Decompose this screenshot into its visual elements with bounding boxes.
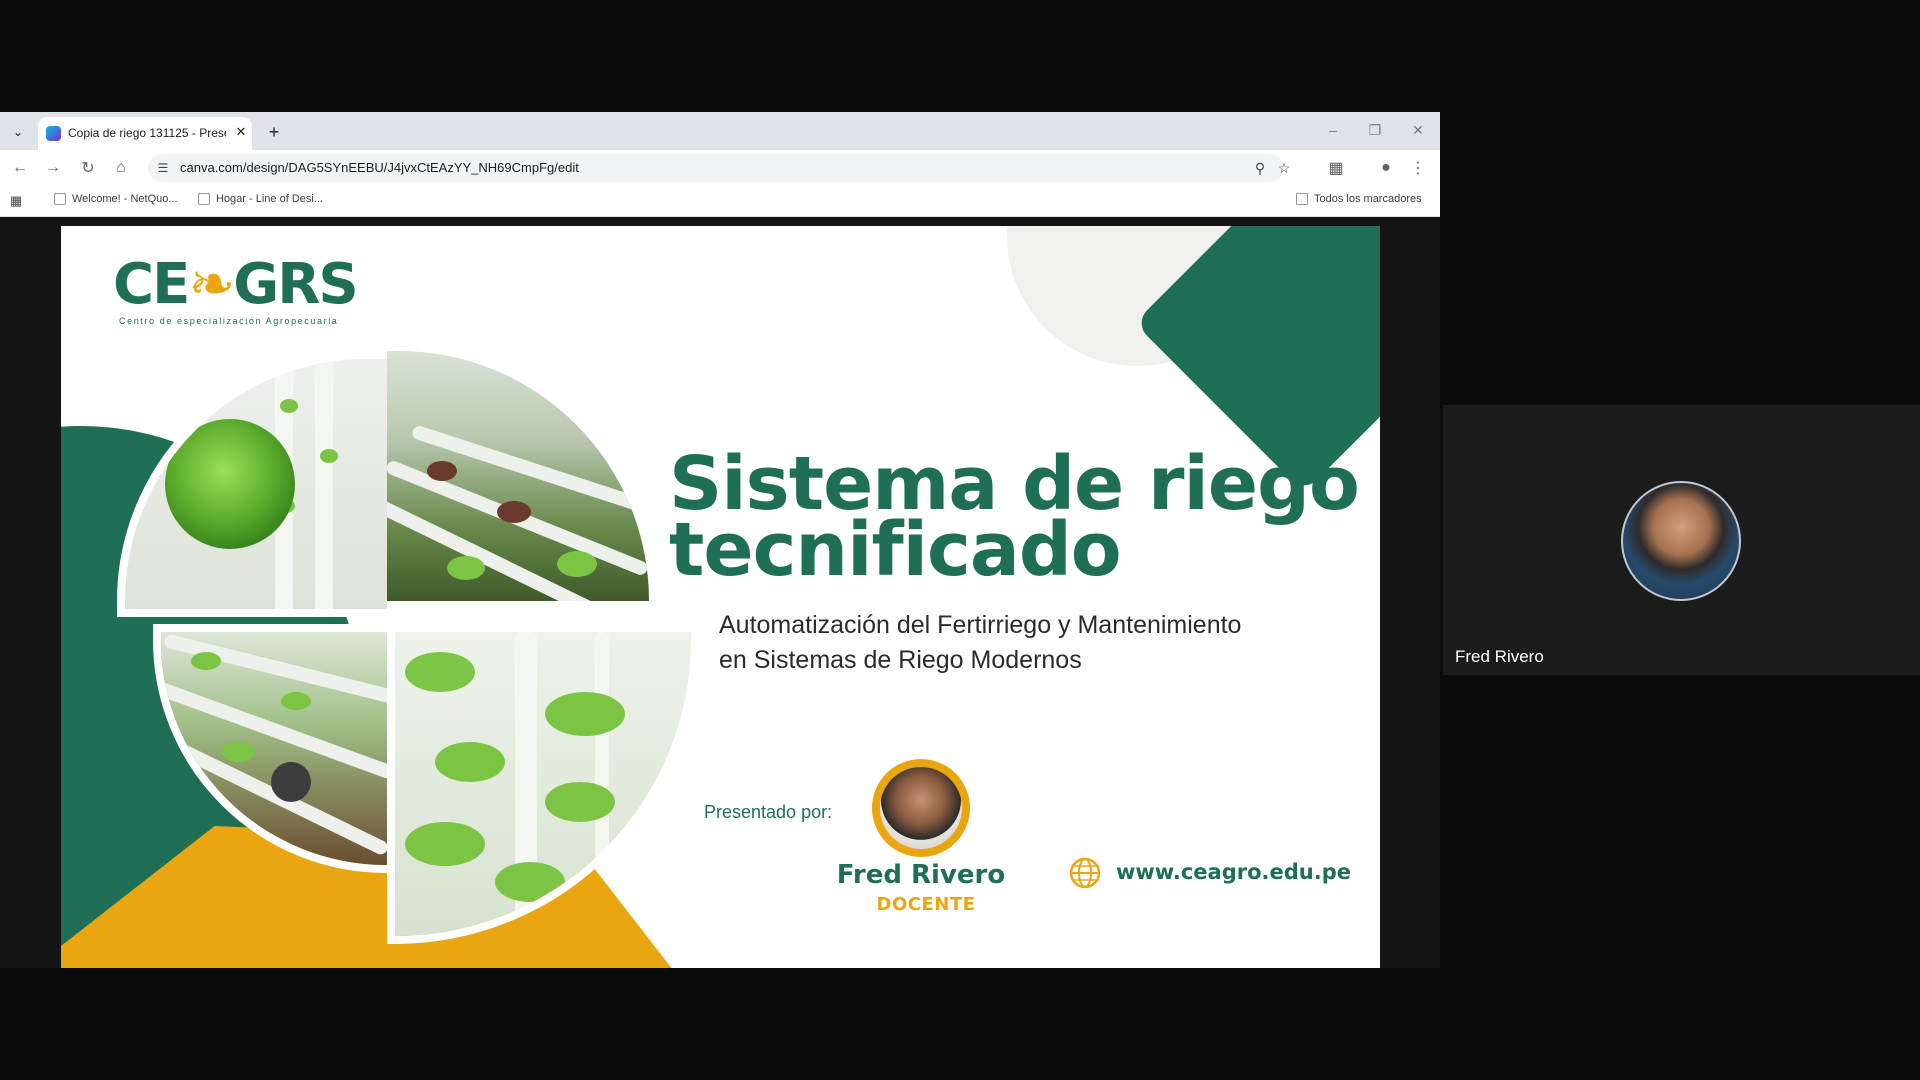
tab-strip: ⌄ Copia de riego 131125 - Presen ✕ + – ❐… (0, 112, 1440, 150)
leaf-icon: ❧ (188, 252, 235, 317)
logo-text-gr: GR (233, 252, 320, 317)
extensions-puzzle-icon[interactable]: ▦ (1324, 156, 1348, 180)
globe-icon (1069, 857, 1101, 889)
logo-text-ce: CE (113, 252, 190, 317)
participant-avatar (1621, 481, 1741, 601)
hydroponic-pipes-photo (153, 624, 395, 873)
slide-subtitle: Automatización del Fertirriego y Manteni… (719, 608, 1319, 678)
bookmark-label: Hogar - Line of Desi... (216, 193, 323, 205)
bookmark-star-icon[interactable]: ☆ (1274, 158, 1294, 178)
more-menu-icon[interactable]: ⋮ (1406, 156, 1430, 180)
url-text[interactable]: canva.com/design/DAG5SYnEEBU/J4jvxCtEAzY… (180, 160, 579, 175)
profile-avatar-icon[interactable]: ● (1374, 156, 1398, 180)
presenter-name: Fred Rivero (836, 860, 1006, 890)
greenhouse-rows-photo (387, 351, 649, 601)
presentation-slide: CE❧GRS Centro de especialización Agropec… (61, 226, 1380, 968)
presented-by-label: Presentado por: (704, 802, 833, 822)
bookmark-netquote[interactable]: Welcome! - NetQuo... (54, 193, 178, 205)
close-tab-icon[interactable]: ✕ (232, 123, 250, 141)
tab-search-chevron-icon[interactable]: ⌄ (6, 120, 30, 144)
canva-favicon-icon (46, 126, 61, 141)
slide-subtitle-line1: Automatización del Fertirriego y Manteni… (719, 611, 1242, 639)
active-tab[interactable]: Copia de riego 131125 - Presen ✕ (38, 117, 252, 150)
all-bookmarks-folder[interactable]: Todos los marcadores (1296, 193, 1422, 205)
vertical-farm-photo (387, 624, 699, 944)
restore-icon[interactable]: ❐ (1360, 118, 1390, 142)
zoom-icon[interactable]: ⚲ (1250, 158, 1270, 178)
apps-grid-icon[interactable]: ▦ (10, 194, 24, 208)
bookmark-hogar[interactable]: Hogar - Line of Desi... (198, 193, 323, 205)
presenter-photo (872, 759, 970, 857)
site-info-icon[interactable]: ☰ (154, 159, 172, 177)
slide-subtitle-line2: en Sistemas de Riego Modernos (719, 646, 1082, 674)
new-tab-plus-icon[interactable]: + (262, 120, 286, 144)
bookmark-label: Welcome! - NetQuo... (72, 193, 178, 205)
bookmarks-bar: ▦ Welcome! - NetQuo... Hogar - Line of D… (0, 186, 1440, 217)
reload-icon[interactable]: ↻ (76, 156, 100, 180)
bookmark-page-icon (198, 193, 210, 205)
navigation-toolbar: ← → ↻ ⌂ ☰ canva.com/design/DAG5SYnEEBU/J… (0, 150, 1440, 186)
back-arrow-icon[interactable]: ← (8, 156, 32, 180)
logo-subtitle: Centro de especialización Agropecuaria (119, 316, 339, 326)
minimize-icon[interactable]: – (1318, 118, 1348, 142)
forward-arrow-icon[interactable]: → (41, 156, 65, 180)
folder-icon (1296, 193, 1308, 205)
slide-title: Sistema de riego tecnificado (669, 447, 1369, 587)
ceagro-logo: CE❧GRS Centro de especialización Agropec… (113, 256, 359, 327)
logo-text-s: S (318, 252, 358, 317)
all-bookmarks-label: Todos los marcadores (1314, 193, 1422, 205)
participant-name: Fred Rivero (1455, 647, 1544, 666)
lettuce-photo (117, 351, 395, 617)
window-close-icon[interactable]: ✕ (1403, 118, 1433, 142)
tab-title: Copia de riego 131125 - Presen (68, 126, 226, 140)
bookmark-page-icon (54, 193, 66, 205)
presenter-role: DOCENTE (876, 894, 976, 915)
website-url: www.ceagro.edu.pe (1116, 860, 1351, 884)
participant-tile[interactable]: Fred Rivero (1443, 405, 1920, 675)
home-icon[interactable]: ⌂ (109, 156, 133, 180)
address-bar[interactable]: ☰ canva.com/design/DAG5SYnEEBU/J4jvxCtEA… (148, 154, 1290, 182)
